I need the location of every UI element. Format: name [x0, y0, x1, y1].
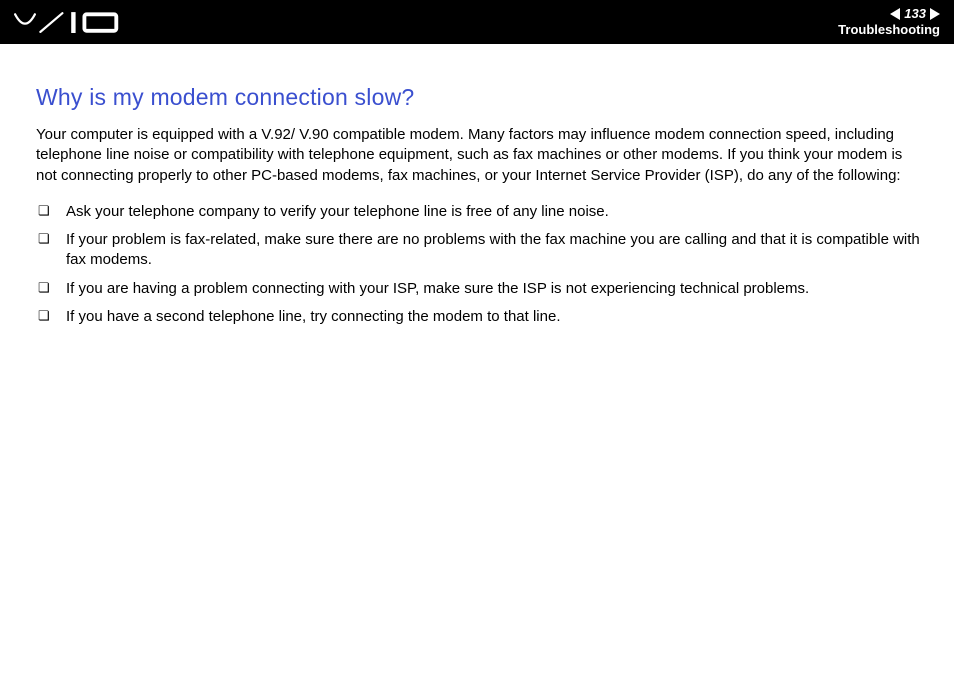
list-item: If your problem is fax-related, make sur…: [36, 226, 924, 275]
prev-page-arrow-icon[interactable]: [890, 8, 900, 20]
page-number: 133: [904, 7, 926, 21]
list-item: If you have a second telephone line, try…: [36, 303, 924, 331]
page-heading: Why is my modem connection slow?: [36, 84, 924, 111]
vaio-logo: [14, 11, 124, 33]
section-title: Troubleshooting: [838, 23, 940, 37]
list-item: Ask your telephone company to verify you…: [36, 198, 924, 226]
next-page-arrow-icon[interactable]: [930, 8, 940, 20]
header-nav: 133 Troubleshooting: [838, 7, 940, 38]
header-bar: 133 Troubleshooting: [0, 0, 954, 44]
page-content: Why is my modem connection slow? Your co…: [0, 44, 954, 331]
intro-paragraph: Your computer is equipped with a V.92/ V…: [36, 125, 924, 186]
bullet-list: Ask your telephone company to verify you…: [36, 198, 924, 331]
list-item: If you are having a problem connecting w…: [36, 275, 924, 303]
